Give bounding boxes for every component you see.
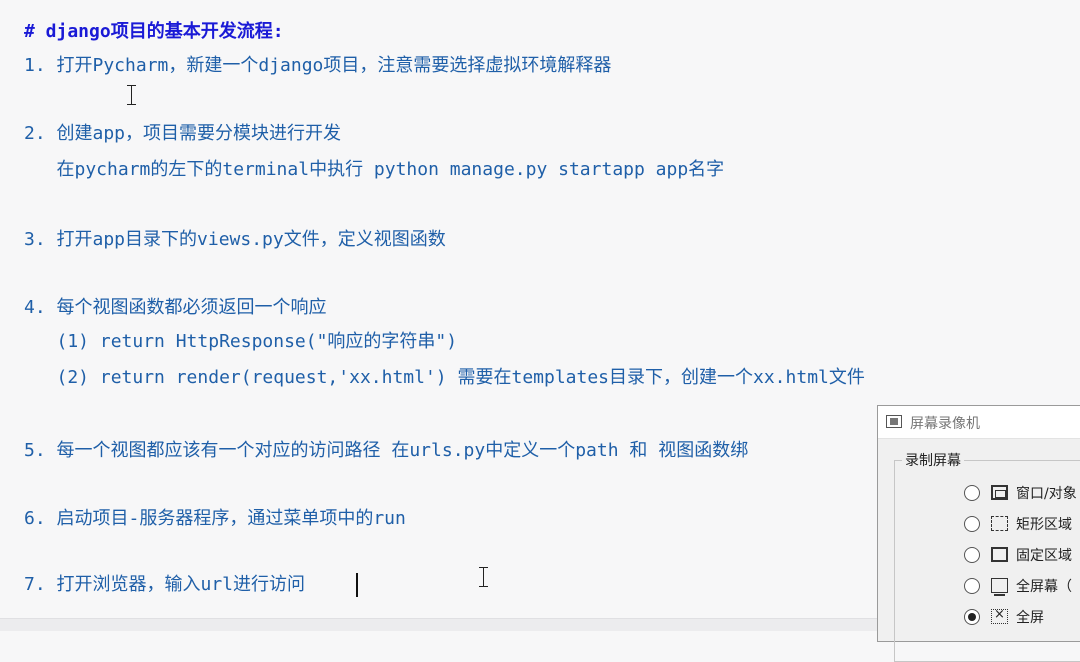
option-label: 全屏幕（ (1016, 579, 1072, 595)
step-4-sub-1-line: (1) return HttpResponse("响应的字符串") (24, 331, 458, 352)
option-full-screen-monitor[interactable]: 全屏幕（ (964, 575, 1080, 597)
step-3-line: 3. 打开app目录下的views.py文件，定义视图函数 (24, 229, 446, 250)
step-1-line: 1. 打开Pycharm，新建一个django项目，注意需要选择虚拟环境解释器 (24, 55, 612, 76)
screen-recorder-dialog: 屏幕录像机 录制屏幕 窗口/对象 矩形区域 固定区域 全屏幕（ 全屏 (877, 405, 1080, 662)
step-4-sub-2-line: (2) return render(request,'xx.html') 需要在… (24, 367, 865, 388)
option-label: 矩形区域 (1016, 517, 1072, 533)
full-icon (991, 607, 1008, 624)
heading-line: # django项目的基本开发流程: (24, 21, 284, 42)
step-7-line: 7. 打开浏览器，输入url进行访问 (24, 574, 306, 595)
film-icon (886, 415, 902, 428)
fullscreen-monitor-icon (991, 578, 1008, 596)
fixed-region-icon (991, 547, 1008, 562)
dialog-titlebar[interactable]: 屏幕录像机 (878, 406, 1080, 439)
window-icon (991, 485, 1008, 500)
mouse-ibeam-cursor-icon (126, 84, 138, 106)
mouse-ibeam-cursor-icon-2 (478, 566, 490, 588)
radio-button[interactable] (964, 578, 980, 594)
text-caret (356, 573, 358, 597)
option-fixed-region[interactable]: 固定区域 (964, 544, 1080, 566)
option-rectangle-region[interactable]: 矩形区域 (964, 513, 1080, 535)
step-2-line: 2. 创建app，项目需要分模块进行开发 (24, 123, 342, 144)
option-window-object[interactable]: 窗口/对象 (964, 482, 1080, 504)
step-6-line: 6. 启动项目-服务器程序，通过菜单项中的run (24, 508, 406, 529)
radio-button-checked[interactable] (964, 609, 980, 625)
option-full[interactable]: 全屏 (964, 606, 1080, 628)
step-4-line: 4. 每个视图函数都必须返回一个响应 (24, 297, 327, 318)
option-label: 窗口/对象 (1016, 486, 1077, 502)
option-label: 全屏 (1016, 610, 1044, 626)
radio-button[interactable] (964, 547, 980, 563)
step-2-detail-line: 在pycharm的左下的terminal中执行 python manage.py… (24, 159, 725, 180)
rectangle-region-icon (991, 516, 1008, 531)
record-screen-group-label: 录制屏幕 (902, 450, 964, 470)
step-5-line: 5. 每一个视图都应该有一个对应的访问路径 在urls.py中定义一个path … (24, 440, 749, 461)
radio-button[interactable] (964, 485, 980, 501)
radio-button[interactable] (964, 516, 980, 532)
option-label: 固定区域 (1016, 548, 1072, 564)
dialog-title: 屏幕录像机 (910, 416, 980, 432)
